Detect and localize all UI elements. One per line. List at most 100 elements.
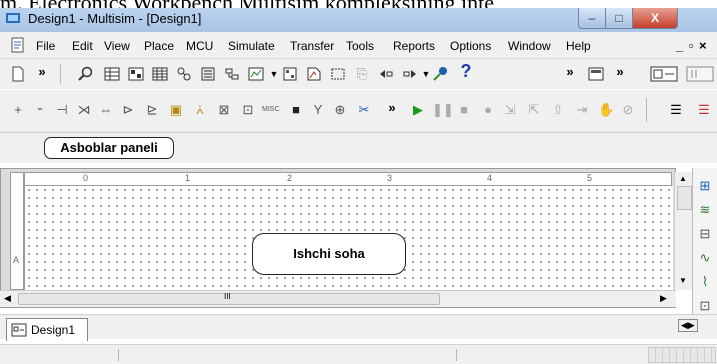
component-view-icon[interactable]	[128, 66, 144, 82]
toolbar-overflow-4-icon[interactable]: »	[384, 100, 400, 116]
view-toggle-icon[interactable]	[588, 66, 604, 82]
breakpoint-icon[interactable]: ●	[480, 102, 496, 118]
grid-view-icon[interactable]	[104, 66, 120, 82]
step-over-icon[interactable]: ⇱	[526, 102, 542, 118]
remove-breakpoints-icon[interactable]: ⊘	[620, 102, 636, 118]
oscilloscope-icon[interactable]: ∿	[697, 250, 713, 266]
forward-annotate-icon[interactable]	[402, 66, 418, 82]
new-file-icon[interactable]	[10, 66, 26, 82]
workspace-callout-label: Ishchi soha	[252, 233, 406, 275]
step-into-icon[interactable]: ⇲	[502, 102, 518, 118]
scroll-down-arrow-icon[interactable]: ▼	[679, 276, 687, 285]
wattmeter-icon[interactable]: ⊟	[697, 226, 713, 242]
menu-reports[interactable]: Reports	[393, 39, 435, 53]
electromechanical-icon[interactable]: ⊕	[332, 102, 348, 118]
scroll-up-arrow-icon[interactable]: ▲	[679, 174, 687, 183]
run-probe-icon[interactable]	[432, 66, 448, 82]
mdi-window-controls[interactable]: _ ▫ ×	[676, 38, 708, 53]
resistor-component-icon[interactable]: ⌁	[32, 102, 48, 118]
tab-scroll-left-icon[interactable]: ◀▶	[678, 319, 698, 332]
menu-simulate[interactable]: Simulate	[228, 39, 275, 53]
ruler-top: 0 1 2 3 4 5	[24, 172, 672, 186]
minimize-button[interactable]: –	[578, 8, 606, 29]
toolbar-overflow-icon[interactable]: »	[34, 64, 50, 80]
copy-icon[interactable]: ⎘	[354, 66, 370, 82]
maximize-button[interactable]: □	[605, 8, 633, 29]
tab-label: Design1	[31, 323, 76, 337]
dropdown-arrow-icon[interactable]: ▼	[266, 66, 282, 82]
document-icon[interactable]	[10, 37, 26, 53]
ladder-component-icon[interactable]: ✂	[356, 102, 372, 118]
source-component-icon[interactable]: +	[10, 102, 26, 118]
advanced-peripherals-icon[interactable]: ■	[288, 102, 304, 118]
scroll-grip: III	[224, 292, 231, 301]
menu-bar: File Edit View Place MCU Simulate Transf…	[0, 32, 717, 59]
spreadsheet-icon[interactable]	[152, 66, 168, 82]
toolbar-callout-label: Asboblar paneli	[44, 137, 174, 159]
select-area-icon[interactable]	[330, 66, 346, 82]
pause-simulation-icon[interactable]: ❚❚	[432, 102, 454, 118]
electrical-rules-icon[interactable]	[306, 66, 322, 82]
menu-window[interactable]: Window	[508, 39, 551, 53]
run-simulation-icon[interactable]: ▶	[410, 102, 426, 118]
toolbar-overflow-3-icon[interactable]: »	[612, 64, 628, 80]
indicator-component-icon[interactable]: ⊠	[216, 102, 232, 118]
instrument-2-icon[interactable]	[686, 66, 714, 82]
schematic-tab-icon	[11, 322, 27, 338]
toolbar-overflow-2-icon[interactable]: »	[562, 64, 578, 80]
menu-transfer[interactable]: Transfer	[290, 39, 334, 53]
misc-component-icon[interactable]: MISC	[262, 102, 280, 118]
list-view-icon[interactable]: ☰	[668, 102, 684, 118]
postprocessor-icon[interactable]	[248, 66, 264, 82]
power-component-icon[interactable]: ⊡	[240, 102, 256, 118]
zoom-icon[interactable]	[78, 66, 94, 82]
background-document-text: m. Electronics Workbench Multisim komple…	[0, 0, 717, 8]
status-resize-grip	[648, 347, 716, 363]
mixed-component-icon[interactable]: ⩑	[192, 102, 208, 118]
close-button[interactable]: X	[632, 8, 678, 29]
mcu-component-icon[interactable]: ▣	[168, 102, 184, 118]
ruler-tick-3: 3	[387, 173, 393, 183]
scroll-thumb-horizontal[interactable]: III	[18, 292, 440, 305]
help-icon[interactable]: ?	[458, 62, 474, 80]
design-toolbox-icon[interactable]	[282, 66, 298, 82]
list-view-2-icon[interactable]: ☰	[696, 102, 712, 118]
menu-edit[interactable]: Edit	[72, 39, 93, 53]
menu-file[interactable]: File	[36, 39, 55, 53]
transistor-component-icon[interactable]: ⋊	[76, 102, 92, 118]
scroll-right-arrow-icon[interactable]: ▶	[660, 293, 667, 304]
components-toolbar: + ⌁ ⊣ ⋊ ⇔ ⊳ ⊵ ▣ ⩑ ⊠ ⊡ MISC ■ Y ⊕ ✂ » ▶ ❚…	[0, 90, 717, 133]
cmos-component-icon[interactable]: ⊵	[144, 102, 160, 118]
step-out-icon[interactable]: ⇧	[550, 102, 566, 118]
hierarchy-icon[interactable]	[176, 66, 192, 82]
diode-component-icon[interactable]: ⊣	[54, 102, 70, 118]
window-title: Design1 - Multisim - [Design1]	[28, 11, 202, 26]
ttl-component-icon[interactable]: ⊳	[120, 102, 136, 118]
database-icon[interactable]	[200, 66, 216, 82]
vertical-scrollbar[interactable]: ▲ ▼	[674, 172, 693, 290]
ruler-row-label: A	[13, 255, 20, 265]
function-generator-icon[interactable]: ≋	[697, 202, 713, 218]
menu-place[interactable]: Place	[144, 39, 174, 53]
ruler-tick-0: 0	[83, 173, 89, 183]
run-to-cursor-icon[interactable]: ⇥	[574, 102, 590, 118]
bode-plotter-icon[interactable]: ⌇	[697, 274, 713, 290]
multimeter-icon[interactable]: ⊞	[697, 178, 713, 194]
menu-view[interactable]: View	[104, 39, 130, 53]
menu-tools[interactable]: Tools	[346, 39, 374, 53]
menu-mcu[interactable]: MCU	[186, 39, 213, 53]
instrument-icon[interactable]	[650, 66, 678, 82]
analog-component-icon[interactable]: ⇔	[98, 102, 114, 118]
scroll-left-arrow-icon[interactable]: ◀	[4, 293, 11, 304]
multisim-app-icon[interactable]	[6, 11, 22, 25]
component-wizard-icon[interactable]	[224, 66, 240, 82]
back-annotate-icon[interactable]	[378, 66, 394, 82]
menu-options[interactable]: Options	[450, 39, 491, 53]
word-generator-icon[interactable]: ⊡	[697, 298, 713, 314]
stop-simulation-icon[interactable]: ■	[456, 102, 472, 118]
rf-component-icon[interactable]: Y	[310, 102, 326, 118]
scroll-thumb-vertical[interactable]	[677, 186, 692, 210]
tab-design1[interactable]: Design1	[6, 318, 88, 341]
toggle-breakpoint-icon[interactable]: ✋	[598, 102, 614, 118]
menu-help[interactable]: Help	[566, 39, 591, 53]
